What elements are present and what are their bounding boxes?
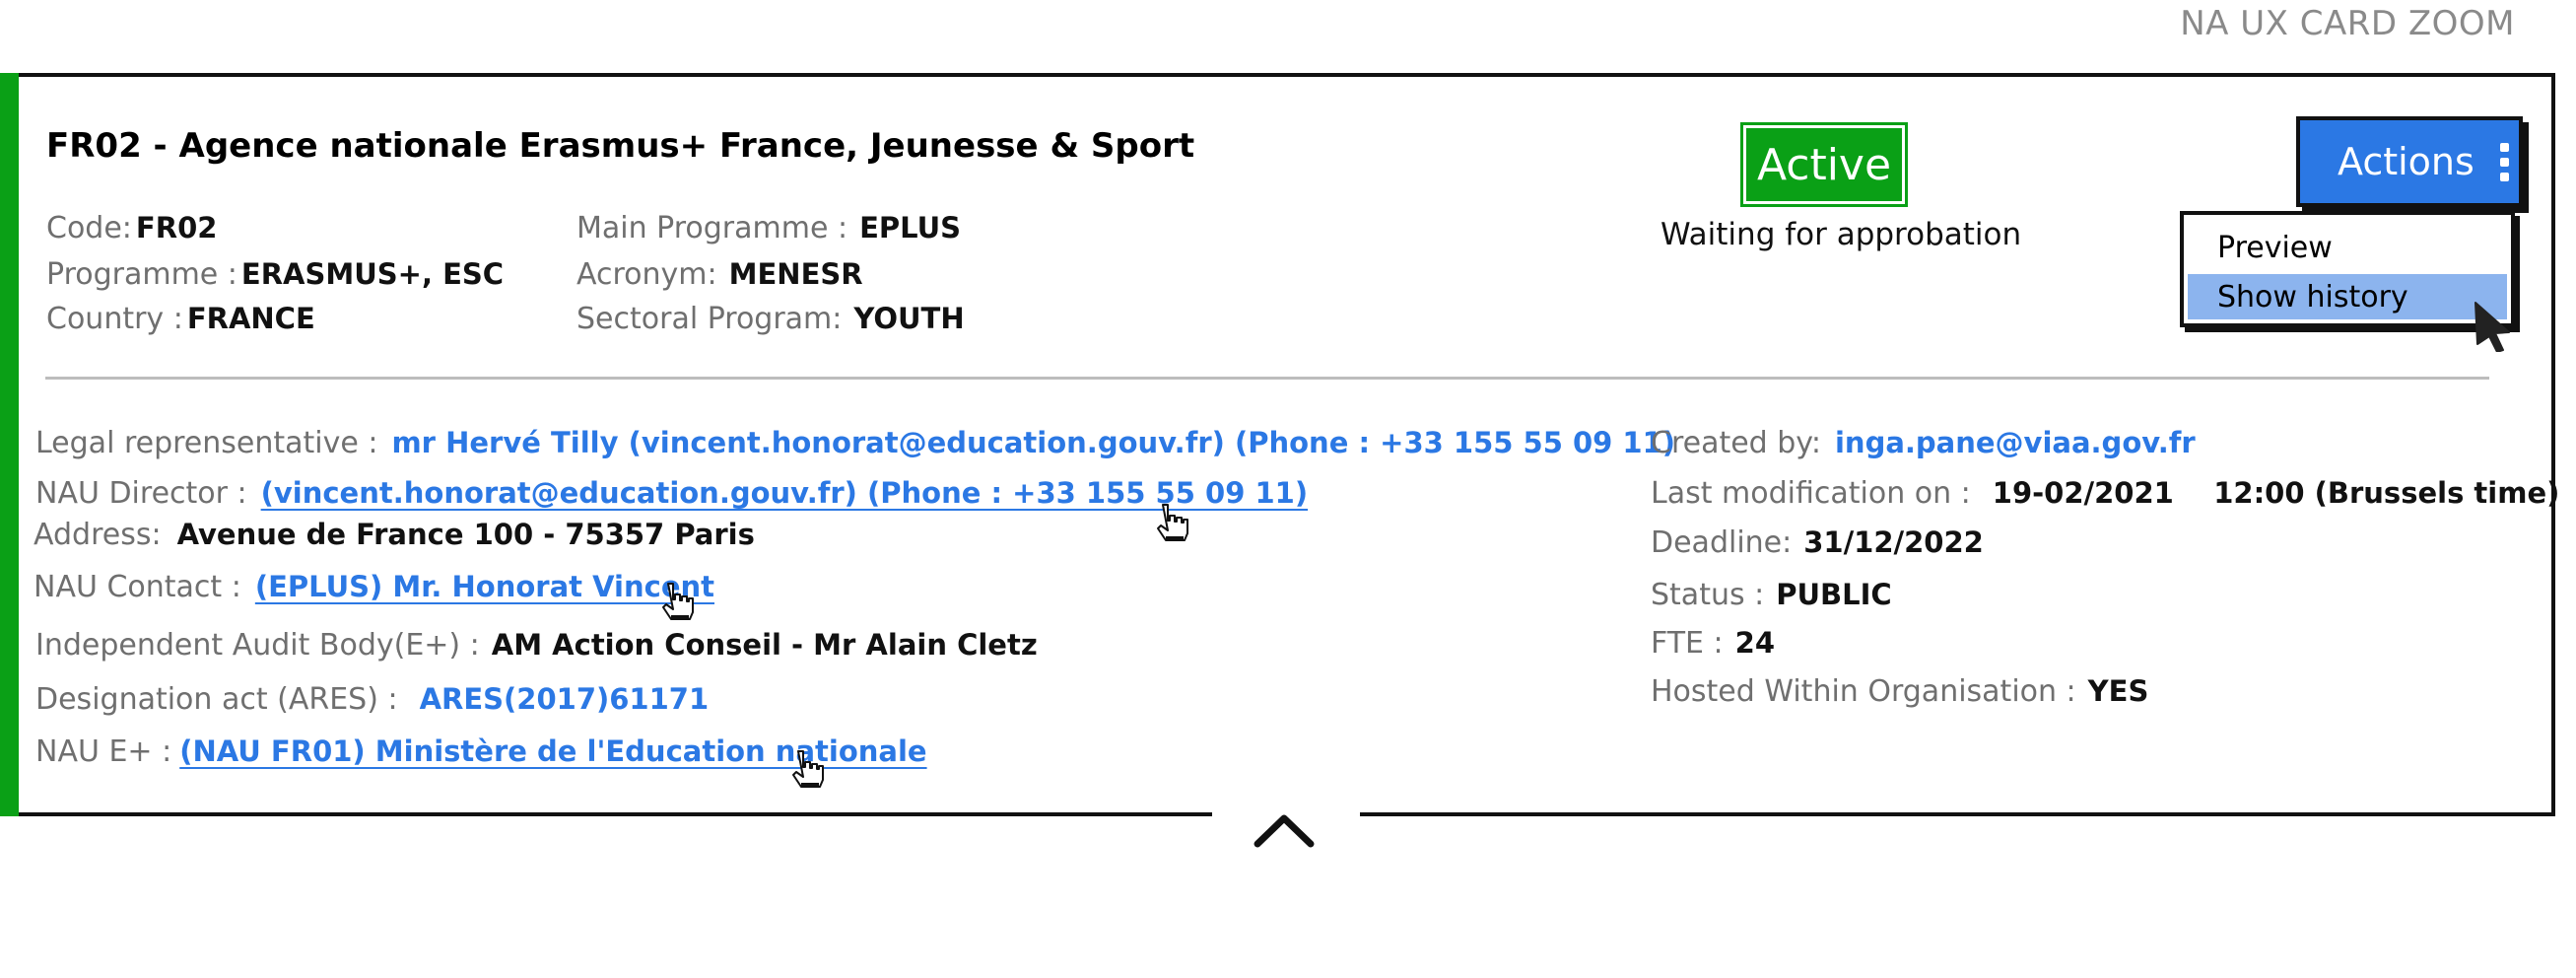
card-status-stripe [0,73,19,816]
field-fte: FTE : 24 [1651,626,1775,661]
field-status: Status : PUBLIC [1651,578,1892,612]
status-subtext: Waiting for approbation [1661,217,2022,252]
field-value: 31/12/2022 [1803,525,1984,559]
field-label: Deadline: [1651,525,1793,560]
nau-director-link[interactable]: (vincent.honorat@education.gouv.fr) (Pho… [261,476,1308,510]
field-code: Code: FR02 [46,211,217,245]
field-label: Main Programme : [576,211,848,245]
field-created-by: Created by: inga.pane@viaa.gov.fr [1651,426,2196,460]
field-value: EPLUS [859,211,962,244]
field-value: YOUTH [853,302,965,335]
hand-cursor-icon [1157,504,1188,541]
field-value: FR02 [135,211,218,244]
field-address: Address: Avenue de France 100 - 75357 Par… [34,518,755,552]
field-hosted-within-organisation: Hosted Within Organisation : YES [1651,674,2148,709]
field-value: PUBLIC [1776,578,1892,611]
section-divider [45,377,2489,380]
field-nau-contact: NAU Contact : (EPLUS) Mr. Honorat Vincent [34,570,714,604]
page-label: NA UX CARD ZOOM [2180,4,2515,43]
hand-cursor-icon [662,583,694,620]
field-main-programme: Main Programme : EPLUS [576,211,961,245]
field-label: NAU Director : [35,476,247,511]
field-label: Code: [46,211,132,245]
field-label: Designation act (ARES) : [35,682,398,717]
field-value: AM Action Conseil - Mr Alain Cletz [491,628,1038,662]
actions-label: Actions [2338,140,2474,183]
field-label: Hosted Within Organisation : [1651,674,2076,709]
field-label: Programme : [46,257,237,292]
field-label: Address: [34,518,162,552]
field-nau-director: NAU Director : (vincent.honorat@education… [35,476,1308,511]
field-value: 19-02/2021 12:00 (Brussels time) [1992,476,2560,510]
field-sectoral-program: Sectoral Program: YOUTH [576,302,965,336]
field-deadline: Deadline: 31/12/2022 [1651,525,1984,560]
created-by-link[interactable]: inga.pane@viaa.gov.fr [1835,426,2196,459]
chevron-up-icon[interactable] [1250,808,1319,852]
field-label: Independent Audit Body(E+) : [35,628,480,663]
field-label: Legal reprensentative : [35,426,378,460]
status-badge: Active [1740,122,1908,207]
field-value: 24 [1734,626,1776,660]
field-acronym: Acronym: MENESR [576,257,863,292]
legal-rep-link[interactable]: mr Hervé Tilly (vincent.honorat@educatio… [391,426,1675,459]
field-last-modification: Last modification on : 19-02/2021 12:00 (… [1651,476,2559,511]
field-audit-body: Independent Audit Body(E+) : AM Action Co… [35,628,1038,663]
field-label: Status : [1651,578,1765,612]
actions-menu: Preview Show history [2180,211,2515,327]
field-label: FTE : [1651,626,1724,661]
hand-cursor-icon [792,750,824,788]
field-designation-act: Designation act (ARES) : ARES(2017)61171 [35,682,709,717]
field-label: Acronym: [576,257,717,292]
field-programme: Programme : ERASMUS+, ESC [46,257,504,292]
field-value: ERASMUS+, ESC [240,257,505,291]
nau-contact-link[interactable]: (EPLUS) Mr. Honorat Vincent [255,570,714,603]
field-value: Avenue de France 100 - 75357 Paris [176,518,755,551]
field-country: Country : FRANCE [46,302,315,336]
field-label: Sectoral Program: [576,302,843,336]
actions-button[interactable]: Actions [2296,116,2523,207]
field-label: Last modification on : [1651,476,1971,511]
field-value: FRANCE [186,302,315,335]
arrow-cursor-icon [2474,302,2510,352]
field-value: MENESR [728,257,863,291]
kebab-icon [2499,142,2509,181]
field-legal-representative: Legal reprensentative : mr Hervé Tilly (v… [35,426,1675,460]
field-label: Created by: [1651,426,1821,460]
menu-item-preview[interactable]: Preview [2188,225,2507,270]
menu-item-show-history[interactable]: Show history [2188,274,2507,319]
designation-link[interactable]: ARES(2017)61171 [420,682,710,716]
field-label: NAU E+ : [35,734,172,769]
field-label: Country : [46,302,183,336]
card-title: FR02 - Agence nationale Erasmus+ France,… [46,126,1195,166]
field-label: NAU Contact : [34,570,241,604]
field-value: YES [2087,674,2149,708]
